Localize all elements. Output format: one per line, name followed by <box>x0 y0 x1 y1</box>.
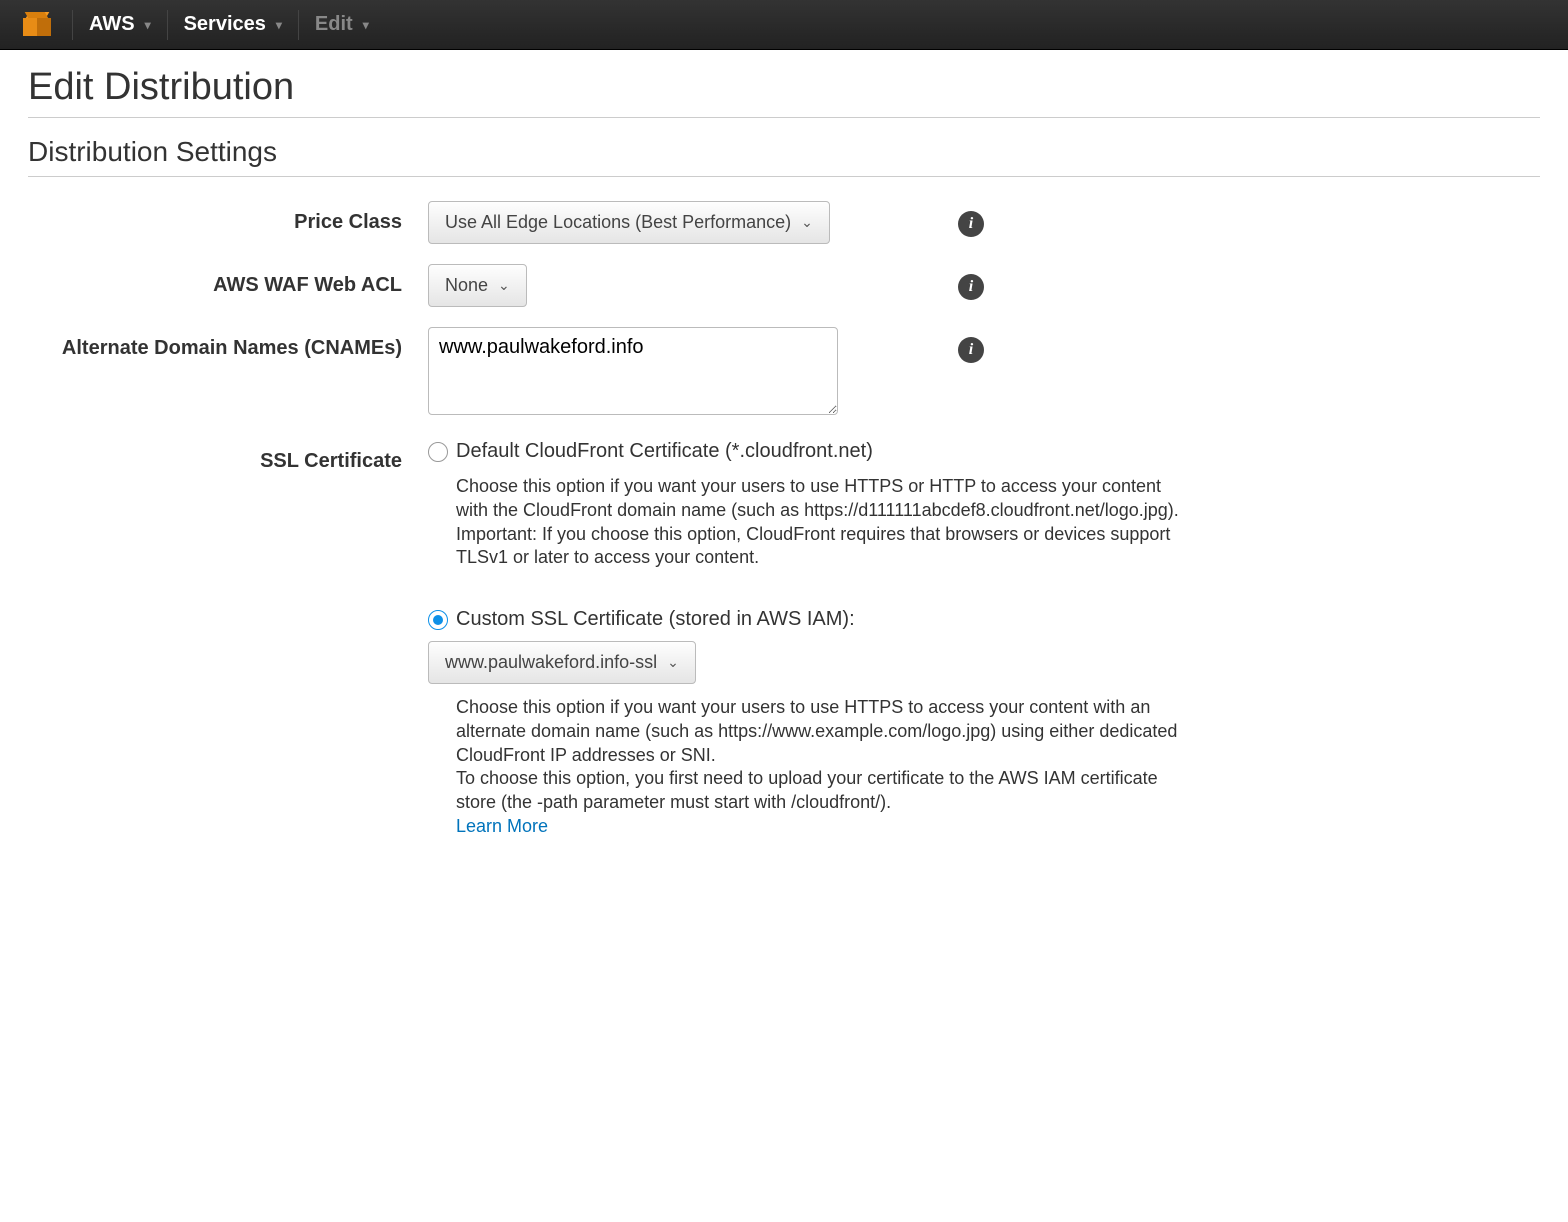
distribution-settings-form: Price Class Use All Edge Locations (Best… <box>28 201 1540 853</box>
nav-aws-label: AWS <box>89 13 135 36</box>
page-title: Edit Distribution <box>28 66 1540 109</box>
nav-aws-menu[interactable]: AWS ▾ <box>73 13 167 36</box>
ssl-row: SSL Certificate Default CloudFront Certi… <box>28 440 1540 853</box>
ssl-custom-label: Custom SSL Certificate (stored in AWS IA… <box>456 608 855 631</box>
info-icon[interactable]: i <box>958 337 984 363</box>
info-icon[interactable]: i <box>958 211 984 237</box>
price-class-value: Use All Edge Locations (Best Performance… <box>445 212 791 233</box>
waf-dropdown[interactable]: None ⌄ <box>428 264 527 307</box>
nav-services-menu[interactable]: Services ▾ <box>168 13 298 36</box>
ssl-custom-cert-dropdown[interactable]: www.paulwakeford.info-ssl ⌄ <box>428 641 696 684</box>
ssl-custom-help: Choose this option if you want your user… <box>456 696 1196 839</box>
cnames-row: Alternate Domain Names (CNAMEs) i <box>28 327 1540 420</box>
main-content: Edit Distribution Distribution Settings … <box>0 66 1568 853</box>
ssl-label: SSL Certificate <box>28 440 428 475</box>
divider <box>28 176 1540 177</box>
cnames-textarea[interactable] <box>428 327 838 415</box>
top-navbar: AWS ▾ Services ▾ Edit ▾ <box>0 0 1568 50</box>
waf-label: AWS WAF Web ACL <box>28 264 428 299</box>
info-icon[interactable]: i <box>958 274 984 300</box>
price-class-label: Price Class <box>28 201 428 236</box>
ssl-custom-cert-value: www.paulwakeford.info-ssl <box>445 652 657 673</box>
ssl-custom-help-1: Choose this option if you want your user… <box>456 696 1196 767</box>
learn-more-link[interactable]: Learn More <box>456 816 548 836</box>
ssl-default-help: Choose this option if you want your user… <box>456 475 1196 570</box>
waf-row: AWS WAF Web ACL None ⌄ i <box>28 264 1540 307</box>
nav-edit-menu[interactable]: Edit ▾ <box>299 13 385 36</box>
chevron-down-icon: ▾ <box>363 18 369 32</box>
ssl-default-radio[interactable] <box>428 442 448 462</box>
cnames-label: Alternate Domain Names (CNAMEs) <box>28 327 428 362</box>
divider <box>28 117 1540 118</box>
ssl-custom-option: Custom SSL Certificate (stored in AWS IA… <box>428 608 1196 631</box>
chevron-down-icon: ▾ <box>276 18 282 32</box>
ssl-default-help-2: Important: If you choose this option, Cl… <box>456 523 1196 571</box>
ssl-custom-help-2: To choose this option, you first need to… <box>456 767 1196 815</box>
price-class-dropdown[interactable]: Use All Edge Locations (Best Performance… <box>428 201 830 244</box>
ssl-default-label: Default CloudFront Certificate (*.cloudf… <box>456 440 873 463</box>
ssl-custom-radio[interactable] <box>428 610 448 630</box>
ssl-default-option: Default CloudFront Certificate (*.cloudf… <box>428 440 1196 463</box>
chevron-down-icon: ⌄ <box>667 654 679 671</box>
price-class-row: Price Class Use All Edge Locations (Best… <box>28 201 1540 244</box>
waf-value: None <box>445 275 488 296</box>
nav-edit-label: Edit <box>315 13 353 36</box>
ssl-default-help-1: Choose this option if you want your user… <box>456 475 1196 523</box>
chevron-down-icon: ⌄ <box>801 214 813 231</box>
chevron-down-icon: ▾ <box>145 18 151 32</box>
section-title: Distribution Settings <box>28 136 1540 168</box>
aws-cube-icon[interactable] <box>20 10 54 40</box>
nav-services-label: Services <box>184 13 266 36</box>
chevron-down-icon: ⌄ <box>498 277 510 294</box>
